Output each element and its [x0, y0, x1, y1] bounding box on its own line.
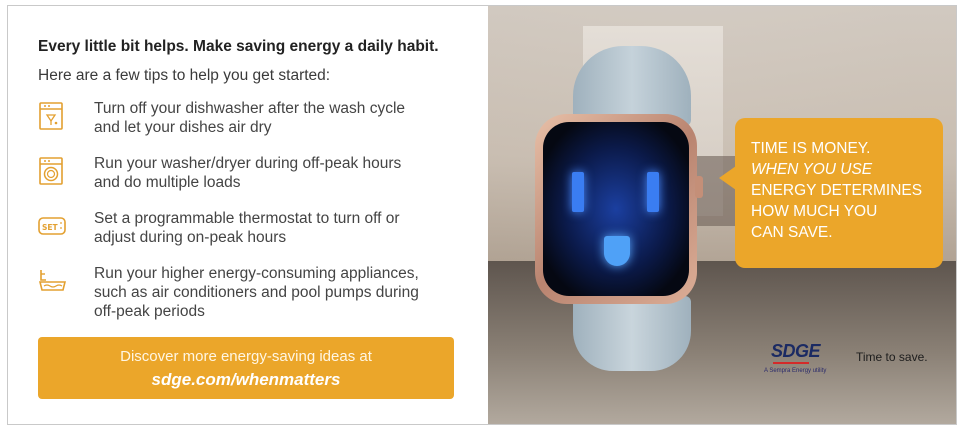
tips-panel: Every little bit helps. Make saving ener… [8, 6, 488, 424]
watch-screen [543, 122, 689, 296]
tip-line: Set a programmable thermostat to turn of… [94, 210, 400, 227]
headline: Every little bit helps. Make saving ener… [38, 38, 439, 55]
promo-card: Every little bit helps. Make saving ener… [7, 5, 957, 425]
tip-line: adjust during on-peak hours [94, 229, 287, 246]
bubble-line: HOW MUCH YOU [751, 203, 878, 220]
watch-crown [695, 176, 703, 198]
outlet-slot-right [647, 172, 659, 212]
tip-line: and do multiple loads [94, 174, 241, 191]
bubble-line: CAN SAVE. [751, 224, 833, 241]
brand-tagline: Time to save. [856, 350, 928, 364]
cta-banner[interactable]: Discover more energy-saving ideas at sdg… [38, 337, 454, 399]
bubble-line: ENERGY DETERMINES [751, 182, 923, 199]
washer-icon [39, 157, 63, 185]
thermostat-icon: SET [38, 217, 66, 235]
bubble-line: TIME IS MONEY. [751, 140, 871, 157]
speech-bubble: TIME IS MONEY. WHEN YOU USE ENERGY DETER… [719, 118, 943, 268]
outlet-slot-left [572, 172, 584, 212]
cta-text: Discover more energy-saving ideas at [120, 348, 372, 365]
sempra-tagline: A Sempra Energy utility [764, 368, 827, 374]
dishwasher-icon [39, 102, 63, 130]
tip-line: off-peak periods [94, 303, 205, 320]
logo-underline [773, 362, 809, 364]
tip-line: and let your dishes air dry [94, 119, 272, 136]
intro-text: Here are a few tips to help you get star… [38, 67, 331, 84]
tip-line: such as air conditioners and pool pumps … [94, 284, 419, 301]
ad-photo: TIME IS MONEY. WHEN YOU USE ENERGY DETER… [488, 6, 956, 424]
sdge-logo: SDGE [771, 341, 821, 361]
cta-link[interactable]: sdge.com/whenmatters [38, 370, 454, 390]
pool-pump-icon [38, 270, 66, 291]
tip-line: Run your washer/dryer during off-peak ho… [94, 155, 402, 172]
tip-line: Run your higher energy-consuming applian… [94, 265, 419, 282]
bubble-line: WHEN YOU USE [751, 161, 873, 178]
tip-line: Turn off your dishwasher after the wash … [94, 100, 406, 117]
thermostat-label: SET [42, 223, 59, 232]
outlet-ground-icon [604, 236, 630, 266]
watch-band-bottom [573, 296, 691, 371]
